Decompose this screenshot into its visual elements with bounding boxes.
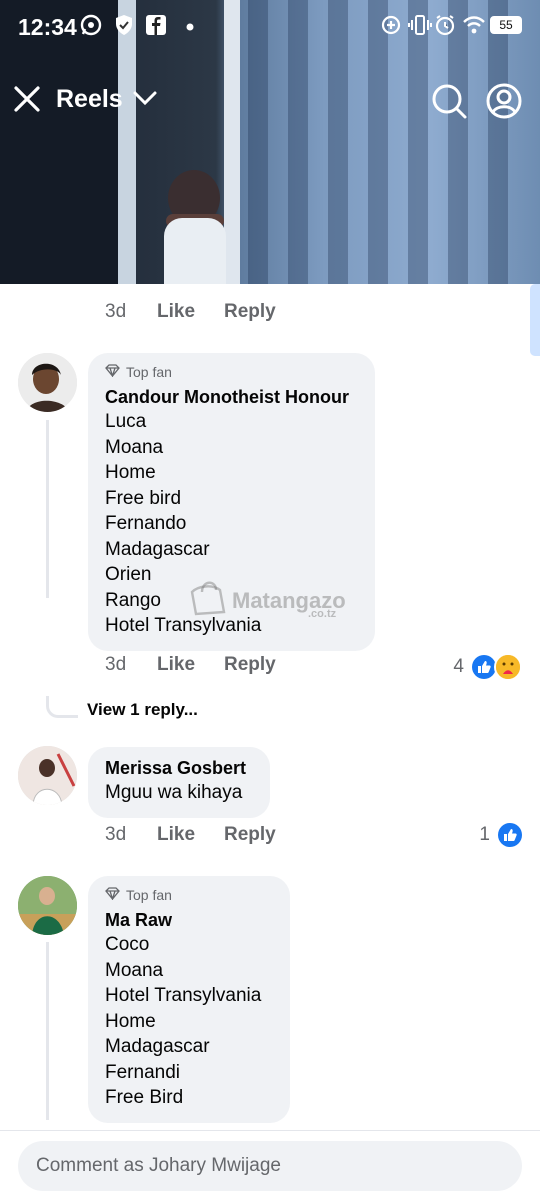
like-button[interactable]: Like [157, 301, 224, 323]
avatar[interactable] [18, 353, 77, 412]
alarm-icon [434, 14, 456, 41]
close-icon[interactable] [12, 84, 42, 119]
comment-time: 3d [105, 824, 127, 845]
notification-dot-icon [186, 18, 194, 36]
diamond-icon [105, 887, 120, 903]
comment-line: Orien [105, 564, 152, 585]
thread-line [46, 942, 49, 1120]
comment-meta: 3d Like Reply [105, 300, 276, 324]
reaction-summary[interactable]: 4 [453, 653, 522, 681]
comment-line: Madagascar [105, 1036, 210, 1057]
comment-line: Luca [105, 411, 147, 432]
comment-meta: 3d Like Reply [105, 823, 276, 847]
reels-nav: Reels [0, 76, 540, 124]
like-reaction-icon [498, 823, 522, 847]
reaction-count: 1 [479, 824, 490, 845]
whatsapp-icon [80, 14, 102, 41]
badge-label: Top fan [126, 887, 172, 903]
shield-icon [114, 14, 134, 41]
comment-line: Free Bird [105, 1087, 184, 1108]
battery-indicator: 55 [490, 16, 522, 34]
comment-author[interactable]: Candour Monotheist Honour [105, 385, 358, 409]
comment-time: 3d [105, 301, 127, 322]
comment-line: Home [105, 1010, 156, 1032]
comment-composer-bar [0, 1130, 540, 1200]
comment-line: Moana [105, 959, 164, 981]
profile-icon[interactable] [485, 82, 523, 125]
diamond-icon [105, 364, 120, 380]
comment-line: Hotel Transylvania [105, 985, 262, 1006]
watermark-sub: .co.tz [308, 608, 337, 620]
view-replies-link[interactable]: View 1 reply... [87, 700, 198, 720]
like-reaction-icon [472, 655, 496, 679]
facebook-icon [146, 14, 166, 41]
like-button[interactable]: Like [157, 824, 224, 846]
reply-button[interactable]: Reply [224, 301, 276, 323]
video-person-towel [164, 218, 226, 284]
comment-line: Fernandi [105, 1061, 180, 1083]
vibrate-icon [408, 14, 432, 41]
thread-line [46, 420, 49, 598]
care-reaction-icon [494, 653, 522, 681]
status-bar: 12:34 55 [0, 0, 540, 56]
comment-bubble[interactable]: Merissa Gosbert Mguu wa kihaya [88, 747, 270, 818]
like-button[interactable]: Like [157, 654, 224, 676]
comment-text: Mguu wa kihaya [105, 780, 253, 806]
chevron-down-icon[interactable] [132, 88, 158, 113]
reaction-count: 4 [453, 656, 464, 677]
reels-title[interactable]: Reels [56, 85, 123, 114]
avatar[interactable] [18, 876, 77, 935]
top-fan-badge: Top fan [105, 363, 358, 381]
comment-line: Coco [105, 934, 150, 955]
reaction-summary[interactable]: 1 [479, 823, 522, 847]
top-fan-badge: Top fan [105, 886, 273, 904]
comment-line: Mguu wa kihaya [105, 782, 243, 803]
badge-label: Top fan [126, 364, 172, 380]
reply-button[interactable]: Reply [224, 654, 276, 676]
reply-connector [46, 696, 78, 718]
reel-video[interactable]: 12:34 55 Reels [0, 0, 540, 284]
data-saver-icon [380, 14, 402, 41]
comment-author[interactable]: Ma Raw [105, 908, 273, 932]
status-time: 12:34 [18, 14, 77, 40]
wifi-icon [462, 14, 486, 41]
comment-line: Moana [105, 436, 164, 458]
avatar[interactable] [18, 746, 77, 805]
comment-text: Coco Moana Hotel Transylvania Home Madag… [105, 932, 273, 1111]
comment-meta: 3d Like Reply [105, 653, 276, 677]
comment-input[interactable] [18, 1141, 522, 1191]
comment-author[interactable]: Merissa Gosbert [105, 756, 253, 780]
comment-bubble[interactable]: Top fan Ma Raw Coco Moana Hotel Transylv… [88, 876, 290, 1123]
comment-line: Free bird [105, 487, 182, 509]
comment-time: 3d [105, 654, 127, 675]
search-icon[interactable] [430, 82, 468, 125]
reply-button[interactable]: Reply [224, 824, 276, 846]
comment-line: Fernando [105, 513, 187, 534]
comment-line: Madagascar [105, 538, 210, 560]
scrollbar[interactable] [530, 284, 540, 356]
comment-line: Home [105, 462, 156, 483]
